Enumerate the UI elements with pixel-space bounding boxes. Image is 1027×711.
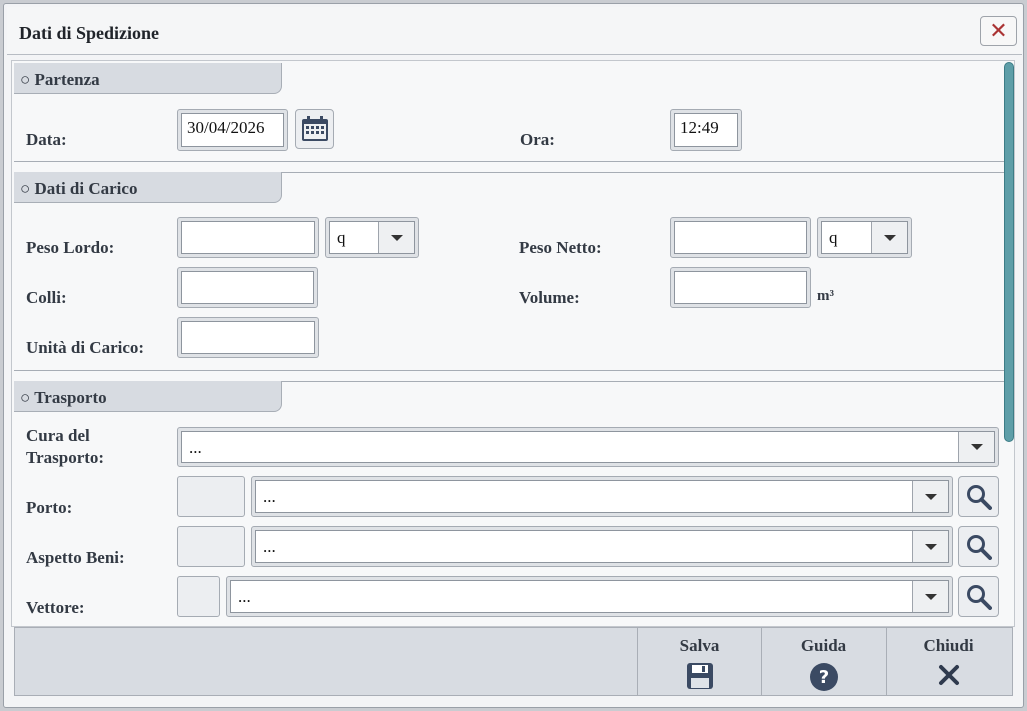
peso-netto-input[interactable] — [674, 221, 807, 254]
salva-button[interactable]: Salva — [637, 628, 761, 695]
colli-label: Colli: — [26, 288, 67, 307]
porto-code-box[interactable] — [177, 476, 245, 517]
guida-label: Guida — [800, 636, 847, 655]
help-icon: ? — [809, 663, 838, 691]
aspetto-beni-label: Aspetto Beni: — [26, 548, 125, 567]
volume-input[interactable] — [674, 271, 807, 304]
vettore-select[interactable]: ... — [226, 576, 953, 617]
vettore-search-button[interactable] — [958, 576, 999, 617]
ora-label: Ora: — [520, 130, 555, 149]
colli-input[interactable] — [181, 271, 314, 304]
aspetto-beni-select[interactable]: ... — [251, 526, 953, 567]
salva-label: Salva — [679, 636, 720, 655]
title-bar: Dati di Spedizione ✕ — [7, 7, 1022, 55]
dialog-title: Dati di Spedizione — [19, 23, 160, 43]
volume-unit: m³ — [817, 288, 834, 304]
peso-netto-label: Peso Netto: — [519, 238, 602, 257]
aspetto-search-button[interactable] — [958, 526, 999, 567]
section-partenza: ○ Partenza Data: 30/04/2026 Ora: 12:49 — [14, 63, 1004, 162]
peso-lordo-unit-select[interactable]: q — [325, 217, 419, 258]
peso-netto-field[interactable] — [670, 217, 811, 258]
chevron-down-icon[interactable] — [912, 481, 948, 512]
peso-lordo-label: Peso Lordo: — [26, 238, 115, 257]
chiudi-label: Chiudi — [923, 636, 974, 655]
cura-trasporto-select[interactable]: ... — [177, 427, 999, 467]
vertical-scrollbar[interactable] — [1004, 62, 1014, 442]
chevron-down-icon[interactable] — [871, 222, 907, 253]
search-icon — [966, 534, 992, 560]
unita-carico-label: Unità di Carico: — [26, 338, 145, 357]
footer-toolbar: Salva Guida ? Chiudi — [14, 627, 1013, 696]
section-carico: ○ Dati di Carico Peso Lordo: q Peso Nett… — [14, 172, 1004, 371]
chevron-down-icon[interactable] — [378, 222, 414, 253]
section-header-partenza: ○ Partenza — [14, 63, 282, 94]
volume-field[interactable] — [670, 267, 811, 308]
ora-input[interactable]: 12:49 — [674, 113, 738, 147]
chiudi-button[interactable]: Chiudi — [886, 628, 1010, 695]
close-icon: ✕ — [989, 18, 1008, 44]
porto-select[interactable]: ... — [251, 476, 953, 517]
data-label: Data: — [26, 130, 67, 149]
calendar-icon — [301, 116, 328, 141]
data-input[interactable]: 30/04/2026 — [181, 113, 284, 147]
search-icon — [966, 584, 992, 610]
peso-lordo-field[interactable] — [177, 217, 319, 258]
vettore-code-box[interactable] — [177, 576, 220, 617]
volume-label: Volume: — [519, 288, 580, 307]
chevron-down-icon[interactable] — [912, 581, 948, 612]
close-button[interactable]: ✕ — [980, 16, 1017, 46]
calendar-button[interactable] — [295, 109, 334, 149]
data-field[interactable]: 30/04/2026 — [177, 109, 288, 151]
unita-carico-field[interactable] — [177, 317, 319, 358]
search-icon — [966, 484, 992, 510]
chevron-down-icon[interactable] — [958, 432, 994, 462]
save-icon — [686, 663, 713, 689]
section-header-trasporto: ○ Trasporto — [14, 381, 282, 412]
cura-trasporto-label: Cura del Trasporto: — [26, 426, 105, 467]
guida-button[interactable]: Guida ? — [761, 628, 885, 695]
ora-field[interactable]: 12:49 — [670, 109, 742, 151]
form-content: ○ Partenza Data: 30/04/2026 Ora: 12:49 ○… — [11, 60, 1015, 627]
svg-text:?: ? — [818, 667, 828, 688]
colli-field[interactable] — [177, 267, 318, 308]
peso-netto-unit-select[interactable]: q — [817, 217, 912, 258]
aspetto-code-box[interactable] — [177, 526, 245, 567]
vettore-label: Vettore: — [26, 598, 85, 617]
unita-carico-input[interactable] — [181, 321, 315, 354]
section-trasporto: ○ Trasporto Cura del Trasporto: ... Porto… — [14, 381, 1004, 626]
section-header-carico: ○ Dati di Carico — [14, 172, 282, 203]
porto-search-button[interactable] — [958, 476, 999, 517]
peso-lordo-input[interactable] — [181, 221, 315, 254]
porto-label: Porto: — [26, 498, 73, 517]
chevron-down-icon[interactable] — [912, 531, 948, 562]
close-icon — [938, 665, 959, 685]
